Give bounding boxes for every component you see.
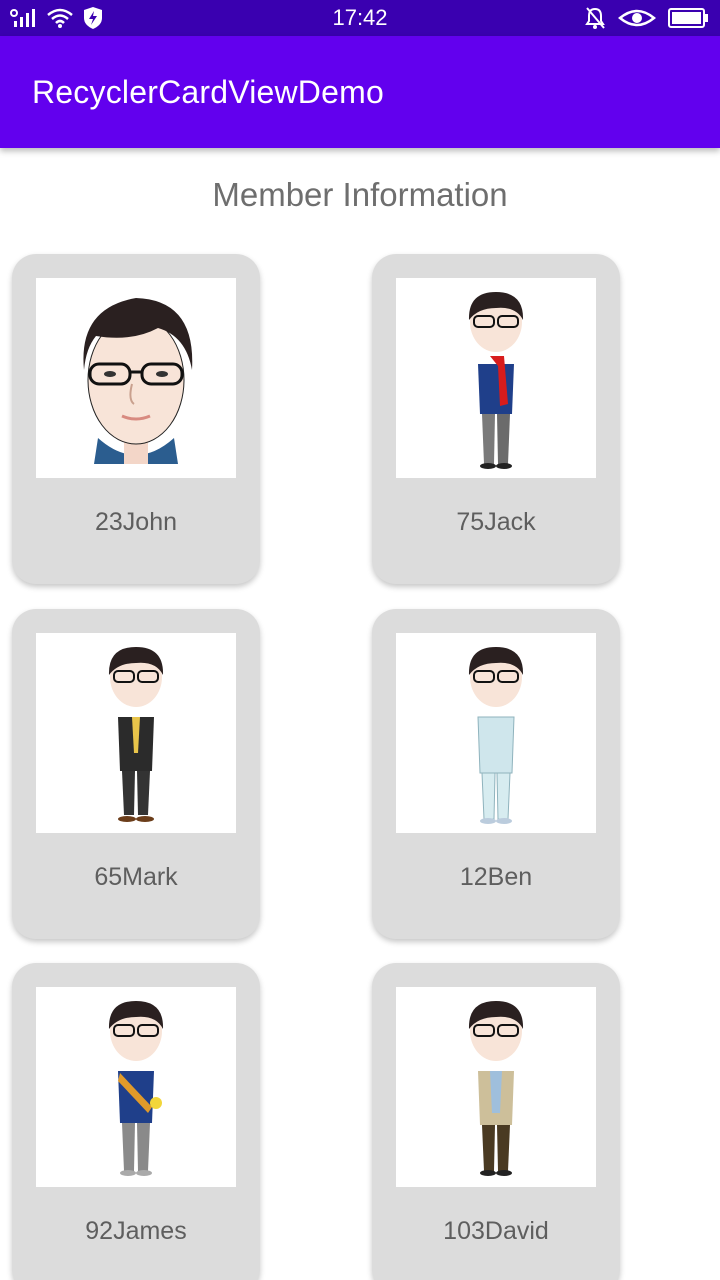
member-name: 75Jack <box>456 508 536 536</box>
figure-blue-jacket-image <box>468 292 524 469</box>
member-card[interactable]: 23John <box>12 254 260 584</box>
figure-light-blue-suit-image <box>468 647 524 824</box>
member-card[interactable]: 103David <box>372 963 620 1280</box>
figure-beige-jacket-image <box>468 1001 524 1176</box>
page-heading: Member Information <box>212 176 508 213</box>
member-card[interactable]: 12Ben <box>372 609 620 939</box>
figure-black-suit-image <box>108 647 164 822</box>
member-name: 23John <box>94 508 178 536</box>
app-title: RecyclerCardViewDemo <box>32 74 384 110</box>
member-avatar <box>396 278 596 478</box>
member-avatar <box>36 987 236 1187</box>
status-bar: 17:42 <box>0 0 720 36</box>
app-bar: RecyclerCardViewDemo <box>0 36 720 148</box>
member-name: 103David <box>443 1217 549 1245</box>
member-avatar <box>396 633 596 833</box>
figure-blue-vest-image <box>108 1001 164 1176</box>
member-avatar <box>36 278 236 478</box>
member-card[interactable]: 65Mark <box>12 609 260 939</box>
member-avatar <box>396 987 596 1187</box>
member-name: 65Mark <box>94 863 178 891</box>
battery-icon <box>668 8 708 28</box>
status-icons-right <box>584 6 710 30</box>
member-avatar <box>36 633 236 833</box>
member-card[interactable]: 92James <box>12 963 260 1280</box>
mute-icon <box>585 7 605 29</box>
head-portrait-image <box>83 298 193 464</box>
member-name: 12Ben <box>459 863 533 891</box>
member-name: 92James <box>85 1217 187 1245</box>
member-card[interactable]: 75Jack <box>372 254 620 584</box>
eye-icon <box>618 9 656 27</box>
